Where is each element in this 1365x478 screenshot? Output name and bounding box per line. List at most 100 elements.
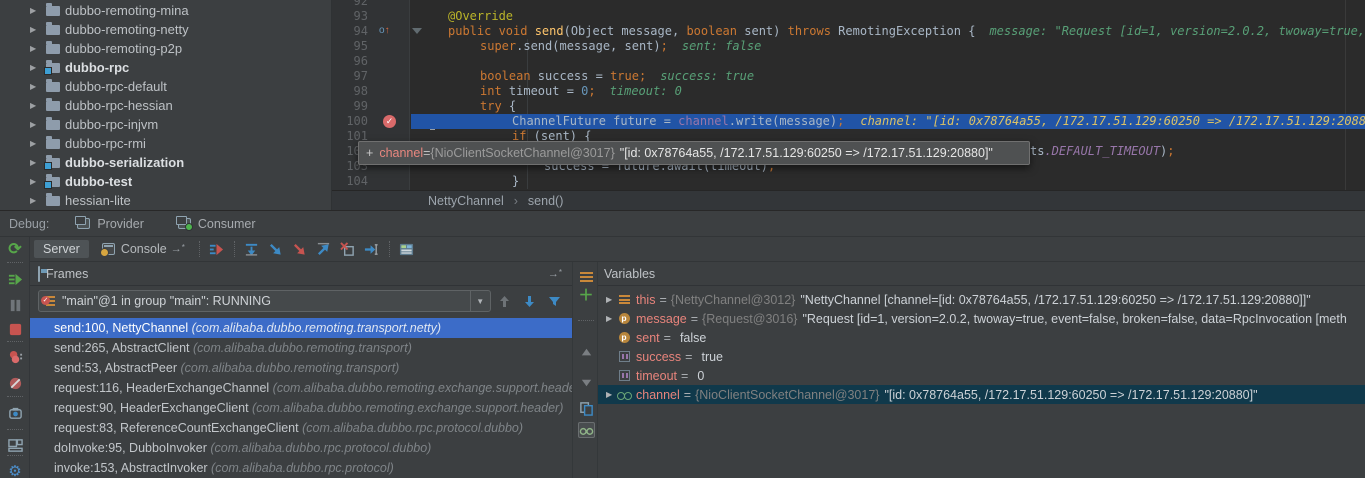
move-down-icon[interactable] xyxy=(578,374,594,390)
mute-breakpoints-icon[interactable] xyxy=(7,375,23,391)
tab-console[interactable]: Console→* xyxy=(93,240,194,258)
pause-icon[interactable] xyxy=(7,297,23,313)
variables-side-toolbar: ＋ xyxy=(572,262,598,478)
rerun-icon[interactable]: ⟳ xyxy=(7,241,23,257)
code-token: (Object message, xyxy=(564,24,687,38)
frames-title: Frames xyxy=(46,267,88,281)
code-line-98[interactable]: int timeout = 0;timeout: 0 xyxy=(411,84,1365,99)
chevron-right-icon[interactable]: ▶ xyxy=(30,158,42,167)
run-to-cursor-icon[interactable] xyxy=(361,240,383,258)
code-line-99[interactable]: try { xyxy=(411,99,1365,114)
variable-row-timeout[interactable]: timeout=0 xyxy=(598,366,1365,385)
export-icon[interactable]: →* xyxy=(548,268,562,280)
show-watches-icon[interactable] xyxy=(578,422,594,438)
breadcrumb-method[interactable]: send() xyxy=(528,194,563,208)
tab-server[interactable]: Server xyxy=(34,240,89,258)
settings-icon[interactable]: ⚙ xyxy=(7,463,23,478)
chevron-right-icon[interactable]: ▶ xyxy=(30,25,42,34)
session-tab-provider[interactable]: Provider xyxy=(71,215,150,233)
copy-icon[interactable] xyxy=(578,400,594,416)
frame-row[interactable]: send:265, AbstractClient (com.alibaba.du… xyxy=(30,338,572,358)
chevron-right-icon[interactable]: ▶ xyxy=(30,44,42,53)
variable-row-this[interactable]: ▶this={NettyChannel@3012} "NettyChannel … xyxy=(598,290,1365,309)
frame-row[interactable]: request:90, HeaderExchangeClient (com.al… xyxy=(30,398,572,418)
tree-item-dubbo-rpc-hessian[interactable]: ▶dubbo-rpc-hessian xyxy=(0,96,331,115)
add-to-watches-icon[interactable]: ＋ xyxy=(578,288,594,304)
frame-location: request:116, HeaderExchangeChannel xyxy=(54,381,273,395)
move-up-icon[interactable] xyxy=(578,344,594,360)
session-tab-consumer[interactable]: Consumer xyxy=(172,215,262,233)
code-line-92[interactable] xyxy=(411,0,1365,9)
variable-row-success[interactable]: success=true xyxy=(598,347,1365,366)
chevron-right-icon[interactable]: ▶ xyxy=(30,196,42,205)
show-execution-point-icon[interactable] xyxy=(206,240,228,258)
thread-dump-icon[interactable] xyxy=(7,405,23,421)
project-tree[interactable]: ▶dubbo-remoting-mina▶dubbo-remoting-nett… xyxy=(0,0,332,210)
frame-row[interactable]: send:53, AbstractPeer (com.alibaba.dubbo… xyxy=(30,358,572,378)
down-arrow-icon[interactable] xyxy=(519,292,541,310)
drop-frame-icon[interactable] xyxy=(337,240,359,258)
chevron-right-icon[interactable]: ▶ xyxy=(30,101,42,110)
code-line-96[interactable] xyxy=(411,54,1365,69)
code-token: timeout = xyxy=(502,84,581,98)
resume-icon[interactable] xyxy=(7,271,23,287)
chevron-right-icon[interactable]: ▶ xyxy=(30,177,42,186)
stop-icon[interactable] xyxy=(7,321,23,337)
code-line-93[interactable]: @Override xyxy=(411,9,1365,24)
frame-row[interactable]: send:100, NettyChannel (com.alibaba.dubb… xyxy=(30,318,572,338)
scroll-to-end-icon[interactable]: →* xyxy=(171,243,185,255)
expand-arrow-icon[interactable]: ▶ xyxy=(606,314,617,323)
variable-type: {Request@3016} xyxy=(702,312,797,326)
tree-item-dubbo-remoting-mina[interactable]: ▶dubbo-remoting-mina xyxy=(0,1,331,20)
expand-arrow-icon[interactable]: ▶ xyxy=(606,390,617,399)
code-line-97[interactable]: boolean success = true;success: true xyxy=(411,69,1365,84)
tree-item-dubbo-remoting-p2p[interactable]: ▶dubbo-remoting-p2p xyxy=(0,39,331,58)
frame-row[interactable]: request:116, HeaderExchangeChannel (com.… xyxy=(30,378,572,398)
breakpoint-icon[interactable]: ✓ xyxy=(383,115,396,128)
view-layout-icon[interactable] xyxy=(396,240,418,258)
force-step-into-icon[interactable] xyxy=(289,240,311,258)
thread-selector[interactable]: "main"@1 in group "main": RUNNING ▼ xyxy=(38,290,491,312)
code-line-100[interactable]: ChannelFuture future = channel.write(mes… xyxy=(411,114,1365,129)
expand-arrow-icon[interactable]: ▶ xyxy=(606,295,617,304)
filter-icon[interactable] xyxy=(543,292,565,310)
tree-item-dubbo-test[interactable]: ▶dubbo-test xyxy=(0,172,331,191)
chevron-down-icon[interactable]: ▼ xyxy=(470,290,490,312)
step-into-icon[interactable] xyxy=(265,240,287,258)
breadcrumb-class[interactable]: NettyChannel xyxy=(428,194,504,208)
step-out-icon[interactable] xyxy=(313,240,335,258)
tree-item-dubbo-rpc-rmi[interactable]: ▶dubbo-rpc-rmi xyxy=(0,134,331,153)
code-line-104[interactable]: } xyxy=(411,174,1365,189)
chevron-right-icon[interactable]: ▶ xyxy=(30,120,42,129)
code-token: try xyxy=(480,99,502,113)
frame-row[interactable]: invoke:153, AbstractInvoker (com.alibaba… xyxy=(30,458,572,478)
up-arrow-icon[interactable] xyxy=(494,292,516,310)
tree-item-dubbo-remoting-netty[interactable]: ▶dubbo-remoting-netty xyxy=(0,20,331,39)
expand-plus-icon[interactable]: + xyxy=(366,146,373,160)
variable-row-message[interactable]: ▶pmessage={Request@3016} "Request [id=1,… xyxy=(598,309,1365,328)
tree-item-dubbo-serialization[interactable]: ▶dubbo-serialization xyxy=(0,153,331,172)
frame-row[interactable]: request:83, ReferenceCountExchangeClient… xyxy=(30,418,572,438)
code-line-94[interactable]: public void send(Object message, boolean… xyxy=(411,24,1365,39)
equals-sign: = xyxy=(685,350,692,364)
chevron-right-icon[interactable]: ▶ xyxy=(30,6,42,15)
step-over-icon[interactable] xyxy=(241,240,263,258)
chevron-right-icon[interactable]: ▶ xyxy=(30,82,42,91)
restore-layout-icon[interactable] xyxy=(7,437,23,453)
tree-item-dubbo-rpc-injvm[interactable]: ▶dubbo-rpc-injvm xyxy=(0,115,331,134)
tree-item-dubbo-rpc[interactable]: ▶dubbo-rpc xyxy=(0,58,331,77)
chevron-right-icon[interactable]: ▶ xyxy=(30,139,42,148)
variable-row-sent[interactable]: psent=false xyxy=(598,328,1365,347)
frame-row[interactable]: doInvoke:95, DubboInvoker (com.alibaba.d… xyxy=(30,438,572,458)
separator xyxy=(199,241,200,257)
variables-menu-icon xyxy=(578,269,594,285)
overrides-method-icon[interactable]: o↑ xyxy=(379,25,395,37)
view-breakpoints-icon[interactable] xyxy=(7,349,23,365)
tree-item-dubbo-rpc-default[interactable]: ▶dubbo-rpc-default xyxy=(0,77,331,96)
tree-item-hessian-lite[interactable]: ▶hessian-lite xyxy=(0,191,331,210)
variable-row-channel[interactable]: ▶channel={NioClientSocketChannel@3017} "… xyxy=(598,385,1365,404)
object-icon xyxy=(617,295,631,304)
chevron-right-icon[interactable]: ▶ xyxy=(30,63,42,72)
code-line-95[interactable]: super.send(message, sent);sent: false xyxy=(411,39,1365,54)
stepping-toolbar: ServerConsole→* xyxy=(30,237,1365,262)
